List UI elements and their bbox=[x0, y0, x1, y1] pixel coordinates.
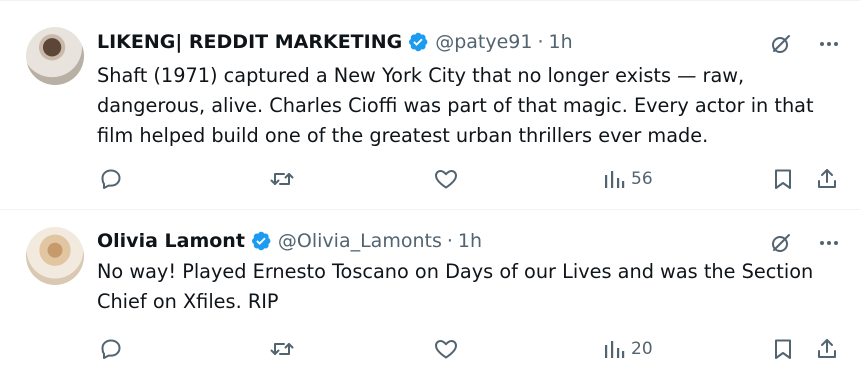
reply-button[interactable] bbox=[99, 164, 123, 194]
retweet-button[interactable] bbox=[269, 164, 295, 194]
views-count: 56 bbox=[631, 169, 653, 189]
like-button[interactable] bbox=[433, 164, 459, 194]
views-icon bbox=[605, 171, 625, 188]
bookmark-button[interactable] bbox=[771, 164, 795, 194]
tweet-header-actions bbox=[768, 230, 842, 256]
timestamp[interactable]: 1h bbox=[549, 31, 573, 53]
tweet[interactable]: Olivia Lamont @Olivia_Lamonts · 1h No wa… bbox=[0, 209, 860, 382]
separator: · bbox=[446, 230, 453, 252]
tweet-header: Olivia Lamont @Olivia_Lamonts · 1h bbox=[97, 228, 482, 254]
verified-badge-icon[interactable] bbox=[407, 31, 429, 53]
share-icon bbox=[818, 169, 836, 188]
tweet-actions: 20 bbox=[0, 334, 860, 364]
author-name[interactable]: Olivia Lamont bbox=[97, 230, 245, 252]
timestamp[interactable]: 1h bbox=[458, 230, 482, 252]
retweet-icon bbox=[270, 343, 294, 355]
author-handle[interactable]: @Olivia_Lamonts bbox=[278, 230, 442, 252]
reply-icon bbox=[101, 169, 121, 189]
views-icon bbox=[605, 341, 625, 358]
bookmark-button[interactable] bbox=[771, 334, 795, 364]
bookmark-icon bbox=[775, 169, 791, 189]
grok-icon[interactable] bbox=[768, 31, 794, 57]
avatar[interactable] bbox=[26, 27, 84, 85]
tweet-actions: 56 bbox=[0, 164, 860, 194]
tweet[interactable]: LIKENG| REDDIT MARKETING @patye91 · 1h S… bbox=[0, 0, 860, 210]
avatar[interactable] bbox=[26, 227, 84, 285]
author-name[interactable]: LIKENG| REDDIT MARKETING bbox=[97, 31, 402, 53]
separator: · bbox=[537, 31, 544, 53]
views-button[interactable]: 20 bbox=[603, 334, 653, 364]
reply-button[interactable] bbox=[99, 334, 123, 364]
more-icon[interactable] bbox=[816, 31, 842, 57]
share-button[interactable] bbox=[815, 164, 839, 194]
author-handle[interactable]: @patye91 bbox=[435, 31, 532, 53]
views-button[interactable]: 56 bbox=[603, 164, 653, 194]
verified-badge-icon[interactable] bbox=[250, 230, 272, 252]
reply-icon bbox=[101, 339, 121, 359]
bookmark-icon bbox=[775, 339, 791, 359]
retweet-button[interactable] bbox=[269, 334, 295, 364]
share-icon bbox=[818, 339, 836, 358]
like-icon bbox=[435, 340, 457, 359]
tweet-header-actions bbox=[768, 31, 842, 57]
tweet-text: Shaft (1971) captured a New York City th… bbox=[97, 64, 814, 147]
tweet-text: No way! Played Ernesto Toscano on Days o… bbox=[97, 260, 814, 313]
like-button[interactable] bbox=[433, 334, 459, 364]
share-button[interactable] bbox=[815, 334, 839, 364]
tweet-feed: LIKENG| REDDIT MARKETING @patye91 · 1h S… bbox=[0, 0, 860, 382]
tweet-header: LIKENG| REDDIT MARKETING @patye91 · 1h bbox=[97, 29, 573, 55]
retweet-icon bbox=[270, 173, 294, 185]
views-count: 20 bbox=[631, 339, 653, 359]
grok-icon[interactable] bbox=[768, 230, 794, 256]
like-icon bbox=[435, 170, 457, 189]
more-icon[interactable] bbox=[816, 230, 842, 256]
